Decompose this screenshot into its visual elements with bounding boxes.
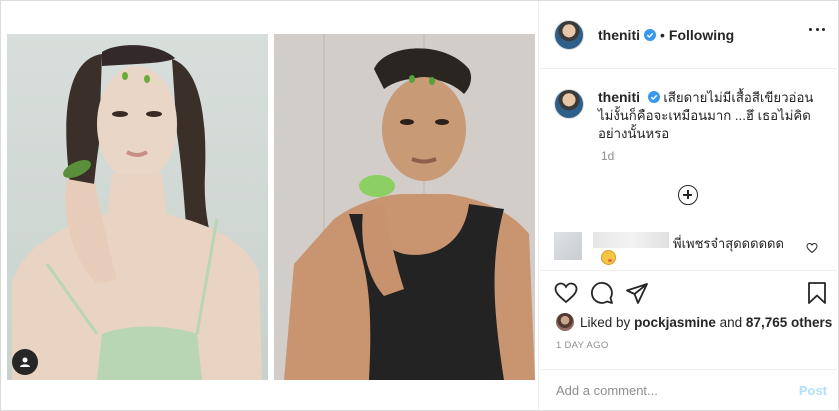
save-icon[interactable] bbox=[805, 281, 829, 305]
comment-item: พี่เพชรจ๋าสุดดดดดด bbox=[554, 232, 824, 268]
comment-text: พี่เพชรจ๋าสุดดดดดด bbox=[673, 236, 784, 251]
verified-icon bbox=[644, 28, 656, 41]
user-tag-icon[interactable] bbox=[12, 349, 38, 375]
username-link[interactable]: theniti bbox=[598, 27, 640, 43]
caption-avatar[interactable] bbox=[554, 89, 584, 119]
blurred-avatar bbox=[554, 232, 582, 260]
likes-joiner: and bbox=[719, 314, 743, 330]
post-header: theniti • Following bbox=[540, 1, 839, 69]
post-sidebar: theniti • Following theniti เสียดายไม่มี… bbox=[540, 1, 839, 410]
photo-right bbox=[274, 34, 535, 380]
liker-avatar[interactable] bbox=[556, 313, 574, 331]
likes-summary: Liked by pockjasmine and 87,765 others bbox=[556, 313, 832, 331]
caption-body: theniti เสียดายไม่มีเสื้อสีเขียวอ่อน ไม่… bbox=[598, 88, 830, 143]
comment-like-icon[interactable] bbox=[806, 242, 818, 254]
share-icon[interactable] bbox=[625, 281, 649, 305]
post-media[interactable] bbox=[1, 1, 539, 410]
comment-input[interactable] bbox=[556, 383, 799, 398]
load-more-comments-icon[interactable] bbox=[678, 185, 698, 205]
post-button[interactable]: Post bbox=[799, 383, 827, 398]
like-icon[interactable] bbox=[554, 281, 578, 305]
following-button[interactable]: Following bbox=[669, 27, 734, 43]
more-options-icon[interactable] bbox=[809, 28, 825, 32]
verified-icon bbox=[647, 91, 660, 103]
header-separator: • bbox=[660, 26, 665, 43]
post-timestamp[interactable]: 1 DAY AGO bbox=[556, 340, 609, 351]
post-dialog: theniti • Following theniti เสียดายไม่มี… bbox=[0, 0, 839, 411]
add-comment-bar: Post bbox=[540, 369, 839, 411]
caption: theniti เสียดายไม่มีเสื้อสีเขียวอ่อน ไม่… bbox=[554, 88, 830, 143]
blurred-username bbox=[593, 232, 669, 248]
face-emoji-icon bbox=[601, 250, 616, 265]
photo-left bbox=[7, 34, 268, 380]
likes-prefix: Liked by bbox=[580, 314, 631, 330]
caption-timestamp[interactable]: 1d bbox=[601, 149, 614, 163]
avatar[interactable] bbox=[554, 19, 584, 50]
comment-icon[interactable] bbox=[590, 281, 614, 305]
comments-section: theniti เสียดายไม่มีเสื้อสีเขียวอ่อน ไม่… bbox=[540, 70, 839, 269]
liker-username[interactable]: pockjasmine bbox=[634, 315, 716, 330]
caption-username[interactable]: theniti bbox=[598, 89, 640, 105]
photo-collage bbox=[7, 34, 535, 380]
post-actions: Liked by pockjasmine and 87,765 others 1… bbox=[540, 270, 839, 410]
likes-count[interactable]: 87,765 others bbox=[746, 315, 832, 330]
action-icons bbox=[554, 281, 829, 305]
